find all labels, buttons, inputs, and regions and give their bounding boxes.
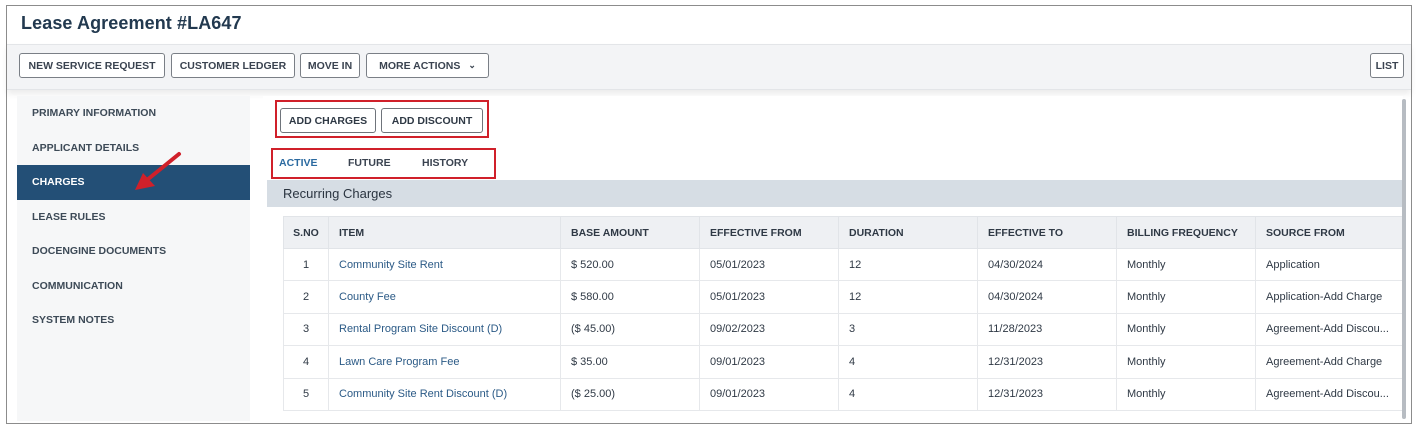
item-link[interactable]: Rental Program Site Discount (D)	[339, 323, 502, 335]
add-discount-button[interactable]: ADD DISCOUNT	[381, 108, 483, 133]
cell-effective-from: 05/01/2023	[699, 247, 839, 282]
section-header: Recurring Charges	[267, 180, 1403, 207]
cell-effective-to: 11/28/2023	[977, 312, 1117, 347]
cell-base-amount: $ 35.00	[560, 345, 700, 379]
cell-billing-frequency: Monthly	[1116, 345, 1256, 379]
table-row: 5 Community Site Rent Discount (D) ($ 25…	[283, 377, 1404, 411]
charges-table-container: S.NO ITEM BASE AMOUNT EFFECTIVE FROM DUR…	[283, 216, 1404, 411]
cell-sno: 1	[283, 247, 329, 282]
vertical-scrollbar[interactable]	[1402, 99, 1406, 419]
table-row: 3 Rental Program Site Discount (D) ($ 45…	[283, 312, 1404, 347]
column-header-item[interactable]: ITEM	[328, 216, 561, 249]
more-actions-label: MORE ACTIONS	[379, 59, 461, 72]
column-header-sno[interactable]: S.NO	[283, 216, 329, 249]
cell-sno: 2	[283, 280, 329, 314]
cell-duration: 4	[838, 345, 978, 379]
cell-billing-frequency: Monthly	[1116, 377, 1256, 411]
cell-effective-from: 09/01/2023	[699, 377, 839, 411]
cell-sno: 4	[283, 345, 329, 379]
cell-item: County Fee	[328, 280, 561, 314]
item-link[interactable]: Lawn Care Program Fee	[339, 356, 459, 368]
list-button[interactable]: LIST	[1370, 53, 1404, 78]
sidebar-item-docengine-documents[interactable]: DOCENGINE DOCUMENTS	[17, 234, 250, 269]
table-row: 4 Lawn Care Program Fee $ 35.00 09/01/20…	[283, 345, 1404, 379]
column-header-effective-to[interactable]: EFFECTIVE TO	[977, 216, 1117, 249]
cell-effective-from: 09/02/2023	[699, 312, 839, 347]
cell-sno: 3	[283, 312, 329, 347]
item-link[interactable]: County Fee	[339, 291, 396, 303]
tab-history[interactable]: HISTORY	[422, 157, 468, 169]
move-in-button[interactable]: MOVE IN	[300, 53, 360, 78]
cell-item: Community Site Rent	[328, 247, 561, 282]
chevron-down-icon: ⌄	[468, 60, 476, 70]
sidebar-item-communication[interactable]: COMMUNICATION	[17, 269, 250, 304]
cell-duration: 3	[838, 312, 978, 347]
title-bar: Lease Agreement #LA647	[7, 6, 1411, 42]
tabs-highlight: ACTIVE FUTURE HISTORY	[271, 148, 496, 179]
cell-base-amount: $ 580.00	[560, 280, 700, 314]
page-title: Lease Agreement #LA647	[21, 13, 242, 33]
toolbar: NEW SERVICE REQUEST CUSTOMER LEDGER MOVE…	[7, 44, 1411, 90]
sidebar-item-system-notes[interactable]: SYSTEM NOTES	[17, 303, 250, 338]
column-header-duration[interactable]: DURATION	[838, 216, 978, 249]
cell-base-amount: $ 520.00	[560, 247, 700, 282]
cell-source-from: Agreement-Add Charge	[1255, 345, 1404, 379]
cell-billing-frequency: Monthly	[1116, 280, 1256, 314]
cell-billing-frequency: Monthly	[1116, 312, 1256, 347]
sidebar: PRIMARY INFORMATION APPLICANT DETAILS CH…	[17, 96, 250, 421]
sidebar-item-lease-rules[interactable]: LEASE RULES	[17, 200, 250, 235]
item-link[interactable]: Community Site Rent Discount (D)	[339, 388, 507, 400]
cell-effective-from: 09/01/2023	[699, 345, 839, 379]
cell-duration: 4	[838, 377, 978, 411]
column-header-effective-from[interactable]: EFFECTIVE FROM	[699, 216, 839, 249]
cell-duration: 12	[838, 247, 978, 282]
cell-effective-to: 04/30/2024	[977, 247, 1117, 282]
new-service-request-button[interactable]: NEW SERVICE REQUEST	[19, 53, 165, 78]
cell-sno: 5	[283, 377, 329, 411]
table-row: 1 Community Site Rent $ 520.00 05/01/202…	[283, 247, 1404, 282]
cell-source-from: Application	[1255, 247, 1404, 282]
action-buttons-highlight: ADD CHARGES ADD DISCOUNT	[275, 100, 489, 138]
cell-source-from: Agreement-Add Discou...	[1255, 312, 1404, 347]
cell-base-amount: ($ 25.00)	[560, 377, 700, 411]
tab-active[interactable]: ACTIVE	[279, 157, 318, 169]
cell-source-from: Agreement-Add Discou...	[1255, 377, 1404, 411]
cell-duration: 12	[838, 280, 978, 314]
column-header-billing-frequency[interactable]: BILLING FREQUENCY	[1116, 216, 1256, 249]
more-actions-button[interactable]: MORE ACTIONS ⌄	[366, 53, 489, 78]
cell-item: Rental Program Site Discount (D)	[328, 312, 561, 347]
cell-billing-frequency: Monthly	[1116, 247, 1256, 282]
cell-effective-from: 05/01/2023	[699, 280, 839, 314]
main-content: ADD CHARGES ADD DISCOUNT ACTIVE FUTURE H…	[263, 96, 1404, 421]
cell-effective-to: 04/30/2024	[977, 280, 1117, 314]
recurring-charges-table: S.NO ITEM BASE AMOUNT EFFECTIVE FROM DUR…	[283, 216, 1404, 411]
cell-effective-to: 12/31/2023	[977, 377, 1117, 411]
tab-future[interactable]: FUTURE	[348, 157, 391, 169]
sidebar-item-primary-information[interactable]: PRIMARY INFORMATION	[17, 96, 250, 131]
column-header-base-amount[interactable]: BASE AMOUNT	[560, 216, 700, 249]
table-header-row: S.NO ITEM BASE AMOUNT EFFECTIVE FROM DUR…	[283, 216, 1404, 249]
customer-ledger-button[interactable]: CUSTOMER LEDGER	[171, 53, 295, 78]
table-row: 2 County Fee $ 580.00 05/01/2023 12 04/3…	[283, 280, 1404, 314]
cell-item: Community Site Rent Discount (D)	[328, 377, 561, 411]
cell-source-from: Application-Add Charge	[1255, 280, 1404, 314]
cell-item: Lawn Care Program Fee	[328, 345, 561, 379]
item-link[interactable]: Community Site Rent	[339, 259, 443, 271]
annotation-arrow-icon	[135, 152, 181, 190]
cell-effective-to: 12/31/2023	[977, 345, 1117, 379]
add-charges-button[interactable]: ADD CHARGES	[280, 108, 376, 133]
column-header-source-from[interactable]: SOURCE FROM	[1255, 216, 1404, 249]
cell-base-amount: ($ 45.00)	[560, 312, 700, 347]
app-window: Lease Agreement #LA647 NEW SERVICE REQUE…	[6, 5, 1412, 424]
